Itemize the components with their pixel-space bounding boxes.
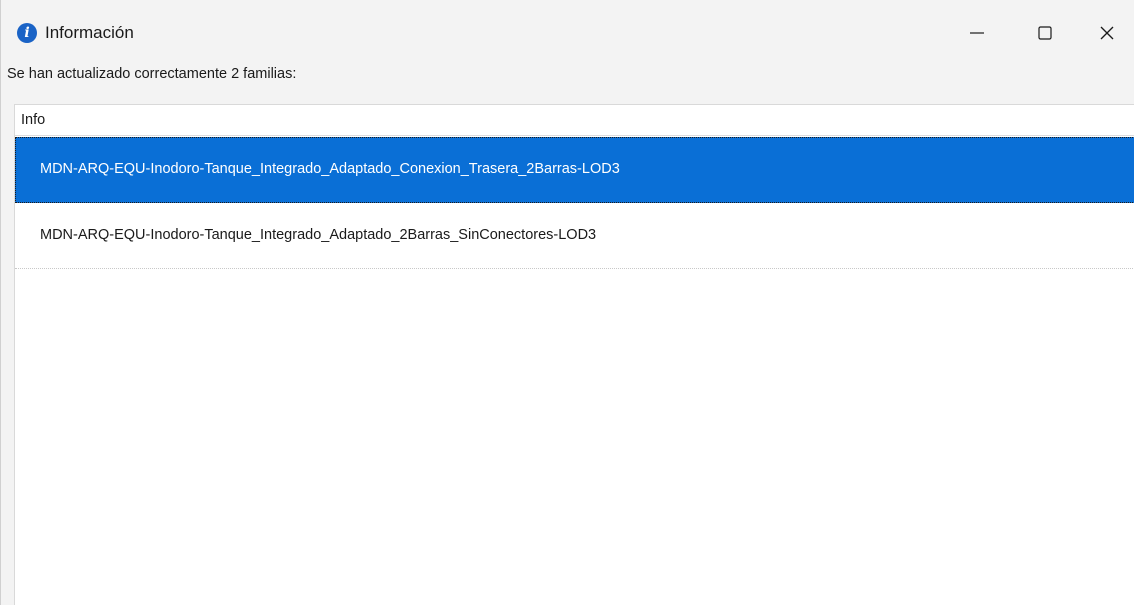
column-header-info[interactable]: Info [21,110,45,130]
title-bar[interactable]: i Información [1,0,1134,60]
info-dialog: i Información Se han actualizado correct… [0,0,1134,605]
minimize-icon [970,32,984,34]
status-message: Se han actualizado correctamente 2 famil… [7,66,297,82]
list-item-text: MDN-ARQ-EQU-Inodoro-Tanque_Integrado_Ada… [40,161,620,177]
maximize-icon [1038,26,1052,40]
close-button[interactable] [1084,14,1130,52]
maximize-button[interactable] [1022,14,1068,52]
list-rows: MDN-ARQ-EQU-Inodoro-Tanque_Integrado_Ada… [15,137,1134,269]
close-icon [1100,26,1114,40]
list-item-text: MDN-ARQ-EQU-Inodoro-Tanque_Integrado_Ada… [40,227,597,243]
minimize-button[interactable] [954,14,1000,52]
list-item[interactable]: MDN-ARQ-EQU-Inodoro-Tanque_Integrado_Ada… [15,203,1134,269]
list-header[interactable]: Info [15,105,1134,136]
list-item[interactable]: MDN-ARQ-EQU-Inodoro-Tanque_Integrado_Ada… [15,137,1134,203]
window-title: Información [45,23,134,42]
info-icon: i [17,23,37,43]
families-list[interactable]: Info MDN-ARQ-EQU-Inodoro-Tanque_Integrad… [14,104,1134,605]
